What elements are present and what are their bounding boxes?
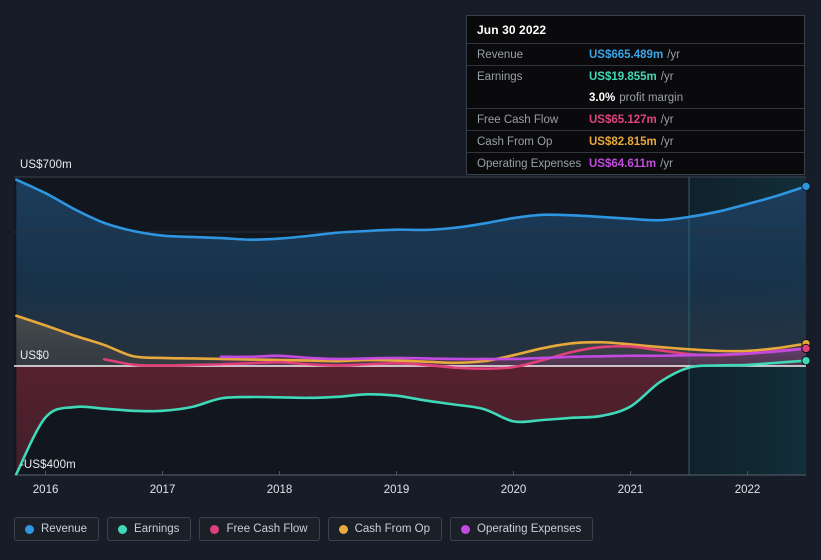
tooltip-row-unit: /yr bbox=[660, 113, 674, 126]
legend-item-free-cash-flow[interactable]: Free Cash Flow bbox=[199, 517, 320, 541]
x-axis-label-2017: 2017 bbox=[149, 484, 176, 496]
tooltip-row-cash-from-op: Cash From Op US$82.815m/yr bbox=[467, 130, 804, 152]
legend-item-revenue[interactable]: Revenue bbox=[14, 517, 100, 541]
legend-dot-icon bbox=[461, 524, 471, 534]
tooltip-row-value: US$82.815m/yr bbox=[589, 135, 674, 148]
y-axis-label-bottom: -US$400m bbox=[20, 459, 76, 471]
x-axis-label-2022: 2022 bbox=[734, 484, 761, 496]
chart-legend: Revenue Earnings Free Cash Flow Cash From O… bbox=[14, 517, 594, 541]
tooltip-row-unit: /yr bbox=[660, 157, 673, 170]
tooltip-row-label: Revenue bbox=[477, 48, 524, 61]
x-axis-label-2021: 2021 bbox=[617, 484, 644, 496]
tooltip-row-revenue: Revenue US$665.489m/yr bbox=[467, 43, 804, 65]
tooltip-margin-value: 3.0% bbox=[589, 91, 616, 104]
legend-item-label: Operating Expenses bbox=[477, 523, 582, 535]
legend-item-label: Revenue bbox=[41, 523, 88, 535]
chart-tooltip: Jun 30 2022 Revenue US$665.489m/yr Earning… bbox=[466, 15, 805, 175]
tooltip-row-label: Operating Expenses bbox=[477, 157, 582, 170]
x-axis-label-2016: 2016 bbox=[32, 484, 59, 496]
tooltip-row-unit: /yr bbox=[660, 70, 674, 83]
tooltip-margin-label: profit margin bbox=[619, 91, 684, 104]
tooltip-row-value: US$64.611m/yr bbox=[589, 157, 673, 170]
tooltip-row-value: US$65.127m/yr bbox=[589, 113, 674, 126]
legend-item-label: Free Cash Flow bbox=[226, 523, 308, 535]
legend-item-label: Cash From Op bbox=[354, 523, 431, 535]
tooltip-row-label: Cash From Op bbox=[477, 135, 553, 148]
tooltip-row-profit-margin: 3.0% profit margin bbox=[467, 87, 804, 108]
x-axis-label-2019: 2019 bbox=[383, 484, 410, 496]
legend-dot-icon bbox=[338, 524, 348, 534]
legend-dot-icon bbox=[25, 524, 34, 534]
chart-page: US$700m US$0 -US$400m 2016 2017 2018 2019 20… bbox=[0, 0, 821, 560]
tooltip-row-value: US$19.855m/yr bbox=[589, 70, 674, 83]
legend-item-label: Earnings bbox=[134, 523, 180, 535]
legend-item-cash-from-op[interactable]: Cash From Op bbox=[327, 517, 443, 541]
tooltip-row-operating-expenses: Operating Expenses US$64.611m/yr bbox=[467, 152, 804, 174]
tooltip-date: Jun 30 2022 bbox=[477, 23, 547, 37]
tooltip-row-label: Free Cash Flow bbox=[477, 113, 559, 126]
legend-item-earnings[interactable]: Earnings bbox=[107, 517, 192, 541]
tooltip-rows: Revenue US$665.489m/yr Earnings US$19.855m /… bbox=[467, 43, 804, 174]
tooltip-row-label: Earnings bbox=[477, 70, 523, 83]
x-axis-label-2018: 2018 bbox=[266, 484, 293, 496]
tooltip-margin-value-wrap: 3.0% profit margin bbox=[589, 92, 683, 104]
tooltip-row-unit: /yr bbox=[660, 135, 674, 148]
y-axis-label-top: US$700m bbox=[20, 159, 72, 171]
legend-dot-icon bbox=[118, 524, 128, 534]
legend-dot-icon bbox=[210, 524, 220, 534]
legend-item-operating-expenses[interactable]: Operating Expenses bbox=[450, 517, 594, 541]
x-axis-label-2020: 2020 bbox=[500, 484, 527, 496]
tooltip-row-value: US$665.489m/yr bbox=[589, 48, 680, 61]
tooltip-row-earnings: Earnings US$19.855m/yr bbox=[467, 65, 804, 87]
tooltip-row-free-cash-flow: Free Cash Flow US$65.127m/yr bbox=[467, 108, 804, 130]
tooltip-row-unit: /yr bbox=[667, 48, 680, 61]
y-axis-label-zero: US$0 bbox=[20, 350, 50, 362]
